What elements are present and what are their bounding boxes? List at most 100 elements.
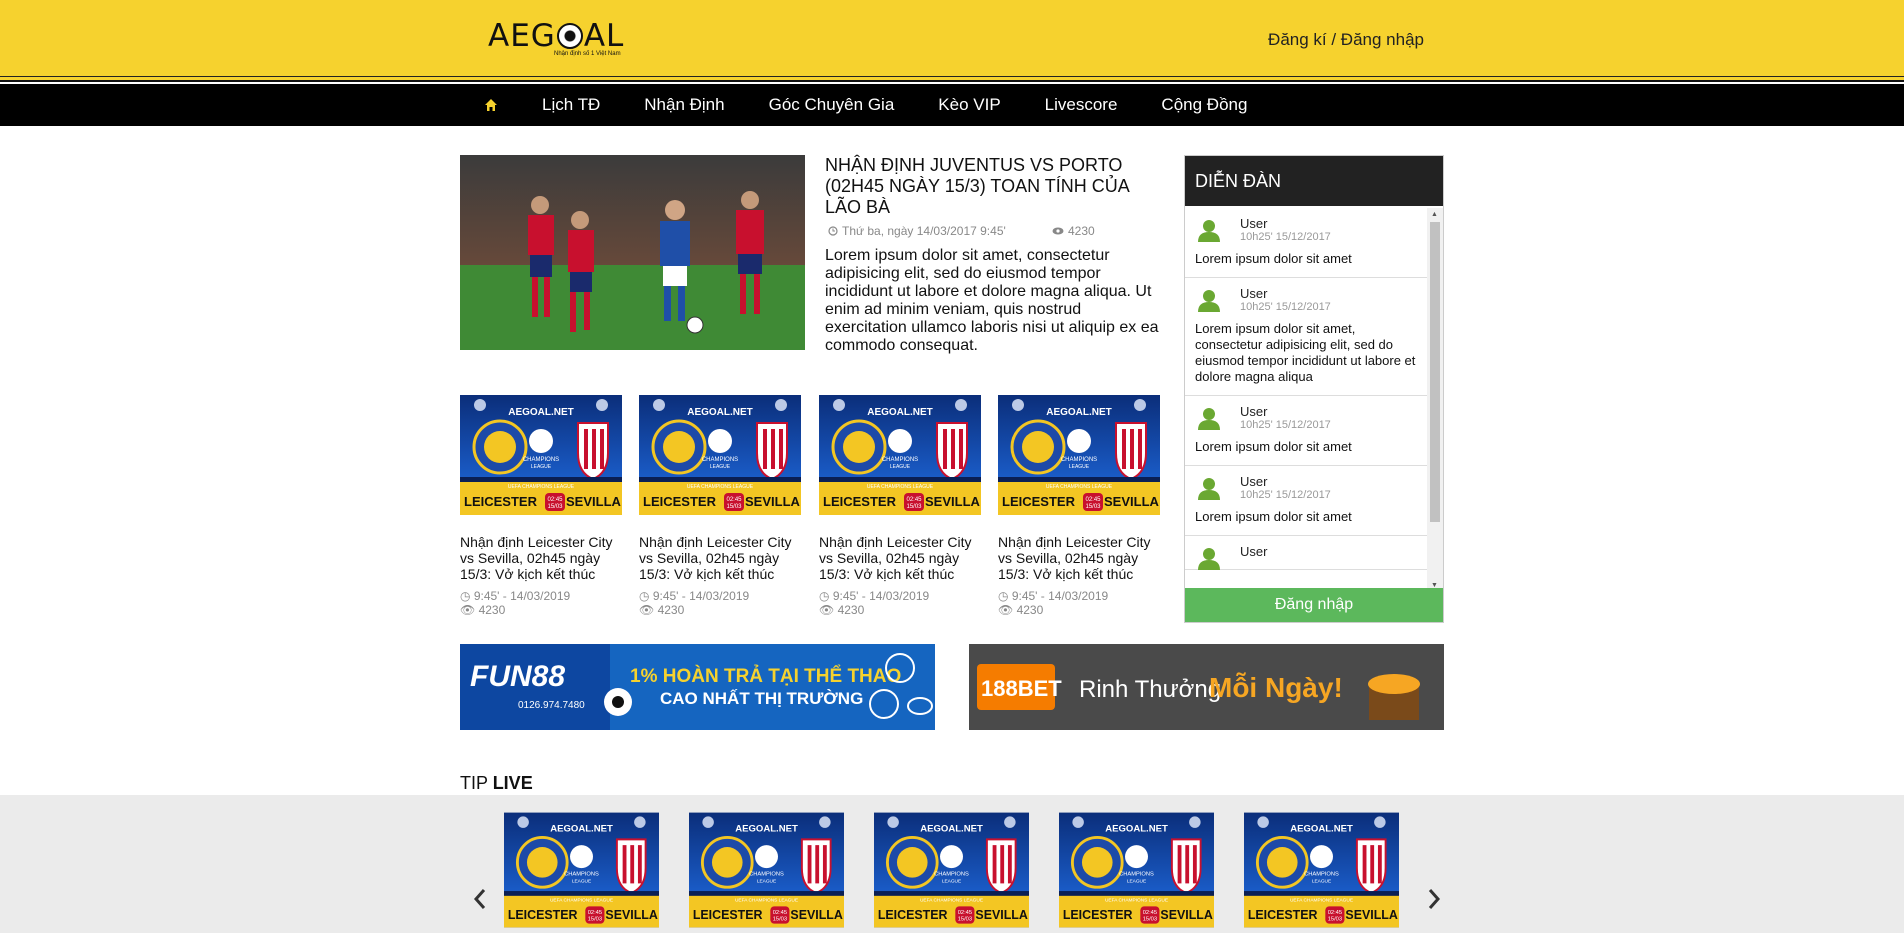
thumb-team-home: LEICESTER xyxy=(878,908,948,922)
register-login-link[interactable]: Đăng kí / Đăng nhập xyxy=(1268,30,1424,50)
match-thumbnail[interactable]: AEGOAL.NET CHAMPIONS LEAGUE UEFA CHAMPIO… xyxy=(996,393,1162,517)
188bet-banner[interactable]: 188BET Rinh Thưởng Mỗi Ngày! xyxy=(969,644,1444,730)
forum-post[interactable]: User 10h25' 15/12/2017 Lorem ipsum dolor… xyxy=(1185,466,1428,536)
thumb-brand: AEGOAL.NET xyxy=(687,407,753,418)
main-nav: Lịch TĐ Nhận Định Góc Chuyên Gia Kèo VIP… xyxy=(0,84,1904,126)
post-user[interactable]: User xyxy=(1240,286,1418,301)
nav-item-keo-vip[interactable]: Kèo VIP xyxy=(938,95,1000,115)
home-icon[interactable] xyxy=(484,98,498,112)
card-time: ◷ 9:45' - 14/03/2019 xyxy=(819,589,930,603)
match-thumbnail[interactable]: AEGOAL.NET CHAMPIONS LEAGUE UEFA CHAMPIO… xyxy=(637,393,803,517)
nav-item-livescore[interactable]: Livescore xyxy=(1045,95,1118,115)
post-user[interactable]: User xyxy=(1240,216,1418,231)
forum-post[interactable]: User 10h25' 15/12/2017 Lorem ipsum dolor… xyxy=(1185,396,1428,466)
article-card[interactable]: AEGOAL.NET CHAMPIONS LEAGUE UEFA CHAMPIO… xyxy=(817,393,983,617)
thumb-kickoff-time: 02:45 xyxy=(547,497,563,503)
thumb-league-2: LEAGUE xyxy=(757,878,776,884)
tip-thumbnail[interactable]: AEGOAL.NET CHAMPIONS LEAGUE UEFA CHAMPIO… xyxy=(874,810,1029,930)
thumb-kickoff-date: 15/03 xyxy=(726,504,742,510)
thumb-team-away: SEVILLA xyxy=(745,494,801,509)
match-thumbnail[interactable]: AEGOAL.NET CHAMPIONS LEAGUE UEFA CHAMPIO… xyxy=(817,393,983,517)
thumb-league-2: LEAGUE xyxy=(942,878,961,884)
card-title[interactable]: Nhận định Leicester City vs Sevilla, 02h… xyxy=(460,534,622,582)
thumb-kickoff-date: 15/03 xyxy=(906,504,922,510)
logo-tagline: Nhận định số 1 Việt Nam xyxy=(554,51,621,57)
article-card[interactable]: AEGOAL.NET CHAMPIONS LEAGUE UEFA CHAMPIO… xyxy=(458,393,624,617)
user-avatar-icon xyxy=(1198,478,1220,500)
card-title[interactable]: Nhận định Leicester City vs Sevilla, 02h… xyxy=(639,534,801,582)
article-card[interactable]: AEGOAL.NET CHAMPIONS LEAGUE UEFA CHAMPIO… xyxy=(996,393,1162,617)
thumb-league-full: UEFA CHAMPIONS LEAGUE xyxy=(1105,898,1168,904)
carousel-next-icon[interactable] xyxy=(1424,886,1444,912)
forum-post[interactable]: User 10h25' 15/12/2017 Lorem ipsum dolor… xyxy=(1185,278,1428,396)
clock-icon xyxy=(828,226,838,236)
thumb-league-1: CHAMPIONS xyxy=(749,872,784,878)
thumb-league-1: CHAMPIONS xyxy=(523,457,559,463)
thumb-kickoff-time: 02:45 xyxy=(588,910,602,916)
thumb-team-away: SEVILLA xyxy=(925,494,981,509)
thumb-league-2: LEAGUE xyxy=(710,464,731,470)
nav-item-nhan-dinh[interactable]: Nhận Định xyxy=(644,95,724,115)
post-user[interactable]: User xyxy=(1240,544,1418,559)
carousel-prev-icon[interactable] xyxy=(470,886,490,912)
thumb-kickoff-date: 15/03 xyxy=(1085,504,1101,510)
188bet-text1: Rinh Thưởng xyxy=(1079,676,1221,703)
scroll-up-icon[interactable]: ▲ xyxy=(1431,211,1438,218)
fun88-banner[interactable]: FUN88 0126.974.7480 1% HOÀN TRẢ TẠI THỂ … xyxy=(460,644,935,730)
thumb-kickoff-date: 15/03 xyxy=(958,917,972,923)
thumb-kickoff-time: 02:45 xyxy=(773,910,787,916)
thumb-brand: AEGOAL.NET xyxy=(1046,407,1112,418)
card-time: ◷ 9:45' - 14/03/2019 xyxy=(460,589,571,603)
forum-scrollbar[interactable]: ▲ ▼ xyxy=(1427,208,1443,592)
post-user[interactable]: User xyxy=(1240,474,1418,489)
user-avatar-icon xyxy=(1198,408,1220,430)
card-views: 👁 4230 xyxy=(639,603,685,617)
top-header: AEG AL Nhận định số 1 Việt Nam Đăng kí / … xyxy=(0,0,1904,82)
fun88-phone: 0126.974.7480 xyxy=(518,700,585,711)
thumb-team-home: LEICESTER xyxy=(1063,908,1133,922)
scroll-thumb[interactable] xyxy=(1430,222,1440,522)
thumb-league-full: UEFA CHAMPIONS LEAGUE xyxy=(1046,484,1113,490)
card-title[interactable]: Nhận định Leicester City vs Sevilla, 02h… xyxy=(998,534,1160,582)
thumb-team-away: SEVILLA xyxy=(1104,494,1160,509)
thumb-league-2: LEAGUE xyxy=(1312,878,1331,884)
fun88-line2: CAO NHẤT THỊ TRƯỜNG xyxy=(660,689,863,708)
forum-post-list[interactable]: User 10h25' 15/12/2017 Lorem ipsum dolor… xyxy=(1185,208,1428,592)
thumb-kickoff-time: 02:45 xyxy=(726,497,742,503)
featured-date-text: Thứ ba, ngày 14/03/2017 9:45' xyxy=(842,224,1006,238)
post-user[interactable]: User xyxy=(1240,404,1418,419)
nav-item-cong-dong[interactable]: Cộng Đồng xyxy=(1161,95,1247,115)
featured-title[interactable]: NHẬN ĐỊNH JUVENTUS VS PORTO (02H45 NGÀY … xyxy=(825,155,1165,218)
featured-image[interactable] xyxy=(460,155,805,350)
forum-post[interactable]: User 10h25' 15/12/2017 Lorem ipsum dolor… xyxy=(1185,208,1428,278)
thumb-league-1: CHAMPIONS xyxy=(564,872,599,878)
thumb-team-home: LEICESTER xyxy=(464,494,538,509)
tip-thumbnail[interactable]: AEGOAL.NET CHAMPIONS LEAGUE UEFA CHAMPIO… xyxy=(1059,810,1214,930)
thumb-kickoff-date: 15/03 xyxy=(1328,917,1342,923)
card-title[interactable]: Nhận định Leicester City vs Sevilla, 02h… xyxy=(819,534,981,582)
post-time: 10h25' 15/12/2017 xyxy=(1240,231,1331,243)
post-time: 10h25' 15/12/2017 xyxy=(1240,419,1331,431)
thumb-league-1: CHAMPIONS xyxy=(1061,457,1097,463)
188bet-text2: Mỗi Ngày! xyxy=(1209,672,1343,703)
forum-login-button[interactable]: Đăng nhập xyxy=(1185,588,1443,622)
eye-icon xyxy=(1052,227,1064,235)
nav-item-lich-td[interactable]: Lịch TĐ xyxy=(542,95,600,115)
article-card[interactable]: AEGOAL.NET CHAMPIONS LEAGUE UEFA CHAMPIO… xyxy=(637,393,803,617)
tip-thumbnail[interactable]: AEGOAL.NET CHAMPIONS LEAGUE UEFA CHAMPIO… xyxy=(504,810,659,930)
thumb-kickoff-time: 02:45 xyxy=(1143,910,1157,916)
tip-thumbnail[interactable]: AEGOAL.NET CHAMPIONS LEAGUE UEFA CHAMPIO… xyxy=(689,810,844,930)
thumb-league-full: UEFA CHAMPIONS LEAGUE xyxy=(920,898,983,904)
tip-live-title-light: TIP xyxy=(460,773,493,793)
forum-post[interactable]: User xyxy=(1185,536,1428,570)
thumb-league-2: LEAGUE xyxy=(1069,464,1090,470)
match-thumbnail[interactable]: AEGOAL.NET CHAMPIONS LEAGUE UEFA CHAMPIO… xyxy=(458,393,624,517)
site-logo[interactable]: AEG AL Nhận định số 1 Việt Nam xyxy=(488,18,638,62)
featured-views: 4230 xyxy=(1052,224,1095,238)
fun88-line1: 1% HOÀN TRẢ TẠI THỂ THAO xyxy=(630,665,901,687)
nav-item-goc-chuyen-gia[interactable]: Góc Chuyên Gia xyxy=(769,95,895,115)
thumb-team-home: LEICESTER xyxy=(1002,494,1076,509)
thumb-league-full: UEFA CHAMPIONS LEAGUE xyxy=(1290,898,1353,904)
thumb-kickoff-date: 15/03 xyxy=(547,504,563,510)
tip-thumbnail[interactable]: AEGOAL.NET CHAMPIONS LEAGUE UEFA CHAMPIO… xyxy=(1244,810,1399,930)
